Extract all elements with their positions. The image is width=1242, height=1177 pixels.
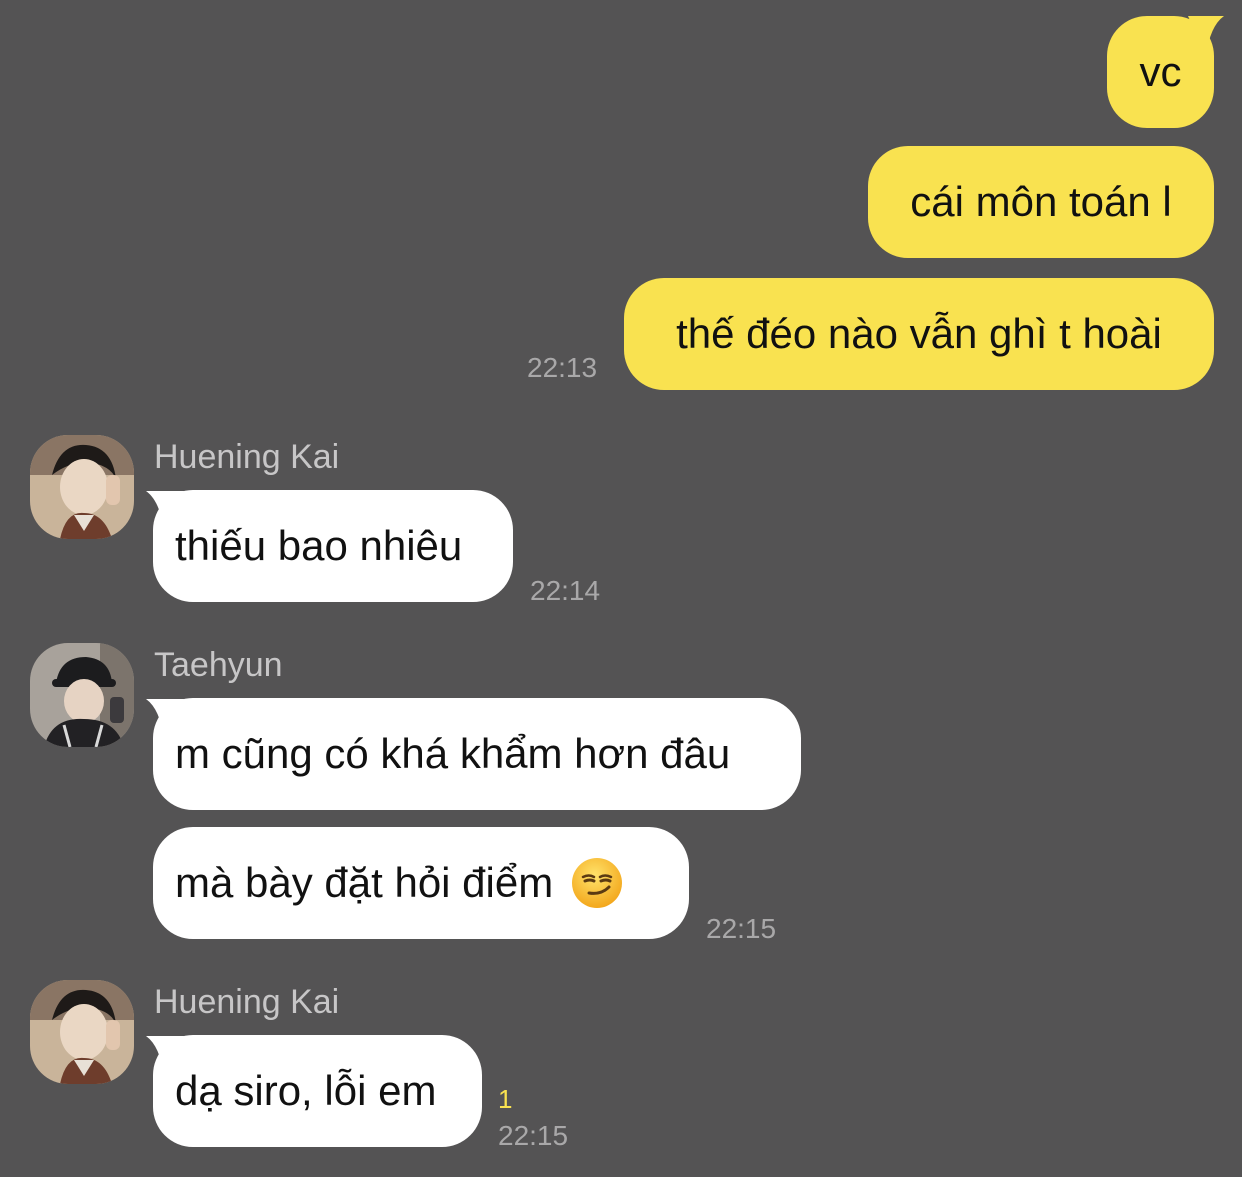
message-text: dạ siro, lỗi em xyxy=(175,1067,437,1114)
message-timestamp: 22:15 xyxy=(706,913,777,944)
profile-photo-icon xyxy=(30,980,134,1084)
outgoing-message-bubble[interactable]: cái môn toán l xyxy=(868,146,1214,258)
message-timestamp: 22:14 xyxy=(530,575,601,606)
message-text: thế đéo nào vẫn ghì t hoài xyxy=(676,310,1162,357)
avatar-taehyun[interactable] xyxy=(30,643,134,747)
outgoing-message-bubble[interactable]: thế đéo nào vẫn ghì t hoài xyxy=(624,278,1214,390)
unread-count: 1 xyxy=(498,1084,513,1114)
smirking-face-emoji-icon xyxy=(571,858,622,908)
message-timestamp: 22:15 xyxy=(498,1120,569,1151)
incoming-message-bubble[interactable]: m cũng có khá khẩm hơn đâu xyxy=(153,698,801,810)
message-text: thiếu bao nhiêu xyxy=(175,522,463,569)
message-text: cái môn toán l xyxy=(910,178,1172,225)
avatar-huening-kai[interactable] xyxy=(30,435,134,539)
message-timestamp: 22:13 xyxy=(527,352,598,383)
avatar-huening-kai[interactable] xyxy=(30,980,134,1084)
sender-name: Huening Kai xyxy=(154,438,340,476)
message-text: mà bày đặt hỏi điểm xyxy=(175,859,554,906)
sender-name: Taehyun xyxy=(154,646,283,684)
profile-photo-icon xyxy=(30,643,134,747)
incoming-message-bubble[interactable]: mà bày đặt hỏi điểm xyxy=(153,827,689,939)
incoming-message-bubble[interactable]: dạ siro, lỗi em xyxy=(153,1035,482,1147)
message-text: vc xyxy=(1139,48,1182,95)
profile-photo-icon xyxy=(30,435,134,539)
incoming-message-bubble[interactable]: thiếu bao nhiêu xyxy=(153,490,513,602)
sender-name: Huening Kai xyxy=(154,983,340,1021)
message-text: m cũng có khá khẩm hơn đâu xyxy=(175,730,731,777)
outgoing-bubble-tail xyxy=(1188,16,1224,56)
